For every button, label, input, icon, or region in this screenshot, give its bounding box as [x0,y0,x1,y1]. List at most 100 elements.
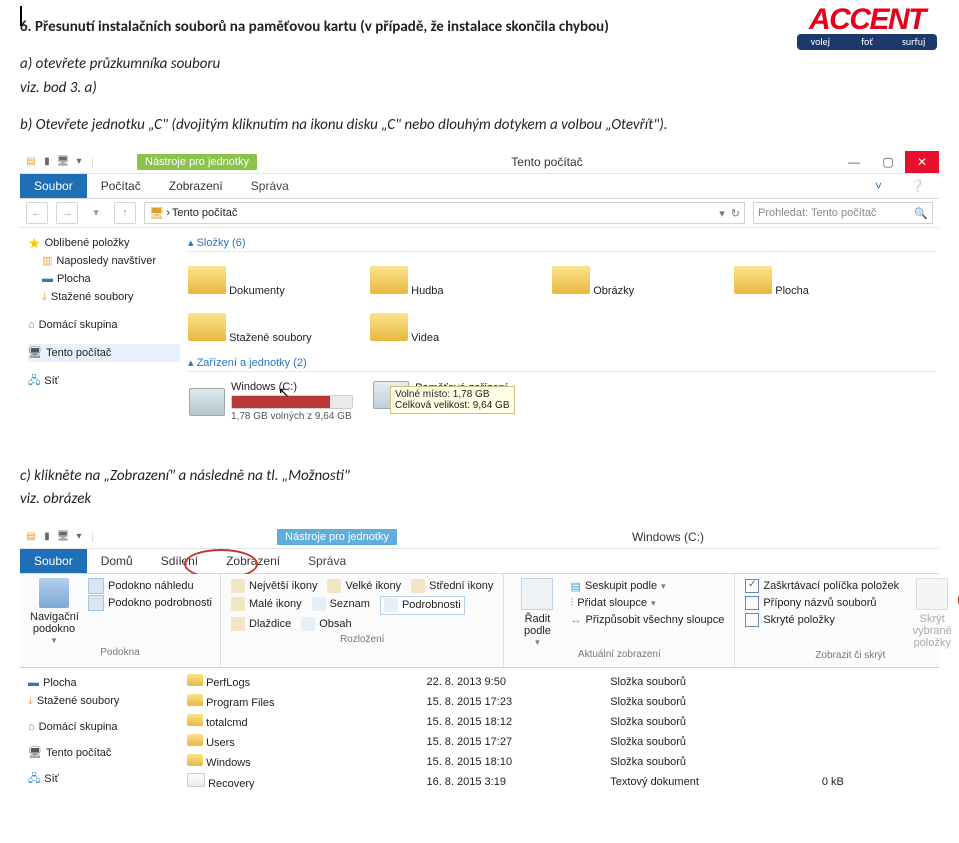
view-content[interactable]: Obsah [301,616,351,633]
file-size [821,732,935,752]
tag-fot: foť [844,34,891,50]
search-box[interactable]: Prohledat: Tento počítač 🔍 [753,202,933,224]
list-icon [312,597,326,611]
add-columns-button[interactable]: ⫶Přidat sloupce ▾ [571,595,725,612]
qat-computer-icon[interactable]: 🖥 [56,155,70,169]
ribbon-expand-icon[interactable]: ˅ [861,174,896,198]
folder-obrazky[interactable]: Obrázky [552,260,727,297]
tab-sprava[interactable]: Správa [237,174,303,198]
tree2-domaci[interactable]: Domácí skupina [39,718,118,736]
sort-icon [521,578,553,610]
tab-pocitac[interactable]: Počítač [87,174,155,198]
qat-computer-icon[interactable]: 🖥 [56,530,70,544]
sort-by-button[interactable]: Řadit podle ▾ [514,578,560,648]
qat-props-icon[interactable]: ▮ [40,155,54,169]
preview-pane-icon [88,578,104,594]
nav-pane-button[interactable]: Navigační podokno ▾ [30,578,78,646]
up-button[interactable]: ↑ [114,202,136,224]
contextual-tools-label: Nástroje pro jednotky [137,154,257,170]
view-large-icons[interactable]: Velké ikony [327,578,401,595]
tab-sprava-2[interactable]: Správa [294,549,360,573]
tree-desktop[interactable]: Plocha [57,270,91,288]
file-date: 15. 8. 2015 18:12 [425,712,609,732]
folder-icon [188,313,226,341]
table-row[interactable]: Users15. 8. 2015 17:27Složka souborů [186,732,935,752]
qat-down-icon[interactable]: ▾ [72,155,86,169]
fit-columns-button[interactable]: ↔Přizpůsobit všechny sloupce [571,612,725,629]
chk-file-ext[interactable]: Přípony názvů souborů [745,595,899,612]
refresh-icon[interactable]: ↻ [731,207,740,220]
qat-props-icon[interactable]: ▮ [40,530,54,544]
chk-hidden-items[interactable]: Skryté položky [745,612,899,629]
details-pane-button[interactable]: Podokno podrobnosti [88,595,212,612]
minimize-button[interactable]: — [837,151,871,173]
qat-down-icon[interactable]: ▾ [72,530,86,544]
view-details-selected[interactable]: Podrobnosti [380,596,465,615]
tree-favorites[interactable]: Oblíbené položky [45,234,130,252]
desktop-icon: ▬ [28,674,39,692]
tree-thispc[interactable]: Tento počítač [46,344,111,362]
tab-domu[interactable]: Domů [87,549,147,573]
forward-button[interactable]: → [56,202,78,224]
hide-selected-button[interactable]: Skrýt vybrané položky [909,578,955,649]
table-row[interactable]: totalcmd15. 8. 2015 18:12Složka souborů [186,712,935,732]
folder-hudba[interactable]: Hudba [370,260,545,297]
files-table[interactable]: PerfLogs22. 8. 2013 9:50Složka souborů P… [186,672,935,792]
folders-section-label[interactable]: Složky (6) [197,237,246,249]
tab-sdileni[interactable]: Sdílení [147,549,212,573]
close-button[interactable]: ✕ [905,151,939,173]
thispc-icon: 🖥 [28,744,42,762]
tab-zobrazeni-2[interactable]: Zobrazení [212,549,294,573]
drive-c[interactable]: Windows (C:) 1,78 GB volných z 9,64 GB [188,380,365,423]
folder-stazene[interactable]: Stažené soubory [188,307,363,344]
tab-soubor[interactable]: Soubor [20,174,87,198]
preview-pane-button[interactable]: Podokno náhledu [88,578,212,595]
desktop-icon: ▬ [42,270,53,288]
file-size [821,672,935,692]
tree2-plocha[interactable]: Plocha [43,674,77,692]
address-bar[interactable]: 🖥 › Tento počítač ▾ ↻ [144,202,745,224]
tiles-icon [231,617,245,631]
view-medium-icons[interactable]: Střední ikony [411,578,493,595]
tree2-tentopc[interactable]: Tento počítač [46,744,111,762]
table-row[interactable]: Program Files15. 8. 2015 17:23Složka sou… [186,692,935,712]
tab-zobrazeni[interactable]: Zobrazení [155,174,237,198]
folder-plocha[interactable]: Plocha [734,260,909,297]
tree2-stazene[interactable]: Stažené soubory [37,692,120,710]
back-button[interactable]: ← [26,202,48,224]
view-largest-icons[interactable]: Největší ikony [231,578,317,595]
folder-dokumenty[interactable]: Dokumenty [188,260,363,297]
checkbox-icon [745,596,759,610]
tree-homegroup[interactable]: Domácí skupina [39,316,118,334]
view-small-icons[interactable]: Malé ikony [231,596,302,613]
maximize-button[interactable]: ▢ [871,151,905,173]
tree-recent[interactable]: Naposledy navštíver [56,252,156,270]
search-icon: 🔍 [914,207,928,220]
window-title-2: Windows (C:) [397,530,939,544]
view-tiles[interactable]: Dlaždice [231,616,291,633]
table-row[interactable]: Recovery16. 8. 2015 3:19Textový dokument… [186,772,935,792]
navigation-pane-icon [39,578,69,608]
icons-icon [231,579,245,593]
view-list[interactable]: Seznam [312,596,370,613]
help-icon[interactable]: ❔ [896,174,939,198]
table-row[interactable]: Windows15. 8. 2015 18:10Složka souborů [186,752,935,772]
group-by-button[interactable]: ▤Seskupit podle ▾ [571,578,725,595]
file-size [821,752,935,772]
navigation-pane[interactable]: ★Oblíbené položky ▥Naposledy navštíver ▬… [20,228,182,435]
navigation-pane-2[interactable]: ▬Plocha ⤓Stažené soubory ⌂Domácí skupina… [20,668,182,798]
file-type: Složka souborů [609,672,821,692]
folder-videa[interactable]: Videa [370,307,545,344]
step-a: a) otevřete průzkumníka souboru [20,55,220,73]
chk-item-checkboxes[interactable]: ✓Zaškrtávací políčka položek [745,578,899,595]
tab-soubor-2[interactable]: Soubor [20,549,87,573]
file-size: 0 kB [821,772,935,792]
drives-section-label[interactable]: Zařízení a jednotky (2) [197,357,307,369]
history-chevron-icon[interactable]: ▾ [86,203,106,223]
tree2-sit[interactable]: Síť [44,770,59,788]
group-zobrazit-label: Zobrazit či skrýt [745,649,955,663]
tree-network[interactable]: Síť [44,372,59,390]
table-row[interactable]: PerfLogs22. 8. 2013 9:50Složka souborů [186,672,935,692]
folder-icon [370,313,408,341]
tree-downloads[interactable]: Stažené soubory [51,288,134,306]
